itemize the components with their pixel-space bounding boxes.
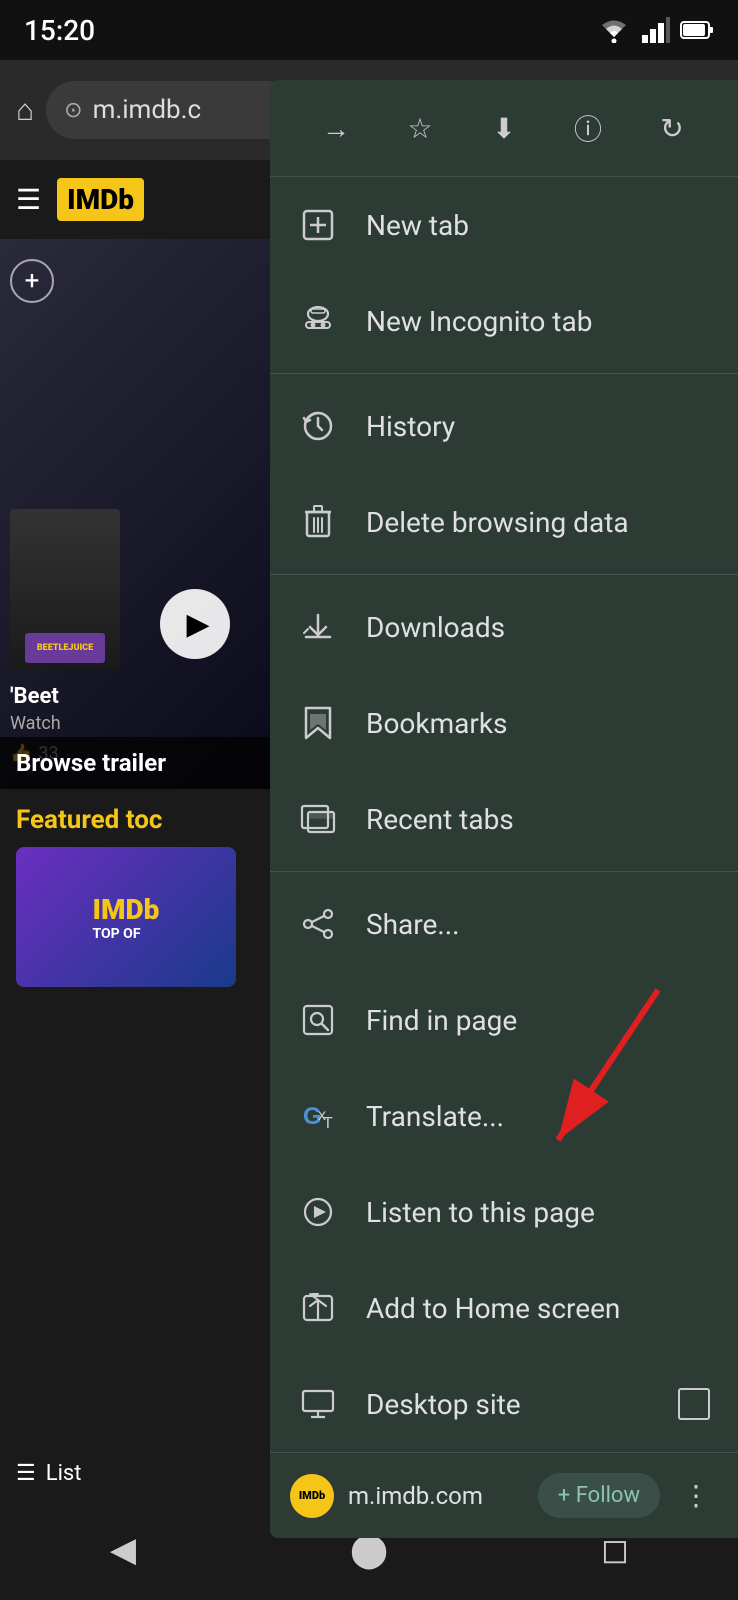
share-label: Share... (366, 908, 460, 941)
list-bar: ☰ List (0, 1447, 270, 1500)
play-button[interactable]: ▶ (160, 589, 230, 659)
new-tab-label: New tab (366, 209, 469, 242)
menu-item-new-tab[interactable]: New tab (270, 177, 738, 273)
incognito-icon (298, 301, 338, 341)
info-button[interactable]: ⓘ (560, 100, 616, 156)
divider-2 (270, 574, 738, 575)
share-icon (298, 904, 338, 944)
incognito-label: New Incognito tab (366, 305, 592, 338)
browse-trailers: Browse trailer (0, 737, 270, 789)
list-icon: ☰ (16, 1461, 36, 1486)
bookmarks-label: Bookmarks (366, 707, 508, 740)
follow-more-icon[interactable]: ⋮ (674, 1479, 718, 1512)
page-content: ☰ IMDb + BEETLEJUICE ▶ 'Beet Watch 👍 33 … (0, 160, 270, 1500)
translate-label: Translate... (366, 1100, 504, 1133)
wifi-icon (596, 17, 632, 43)
add-home-label: Add to Home screen (366, 1292, 620, 1325)
menu-item-desktop[interactable]: Desktop site (270, 1356, 738, 1452)
menu-item-add-home[interactable]: Add to Home screen (270, 1260, 738, 1356)
menu-item-bookmarks[interactable]: Bookmarks (270, 675, 738, 771)
menu-item-listen[interactable]: Listen to this page (270, 1164, 738, 1260)
menu-item-downloads[interactable]: Downloads (270, 579, 738, 675)
signal-icon (642, 17, 670, 43)
divider-1 (270, 373, 738, 374)
find-label: Find in page (366, 1004, 517, 1037)
imdb-header: ☰ IMDb (0, 160, 270, 239)
divider-3 (270, 871, 738, 872)
delete-label: Delete browsing data (366, 506, 629, 539)
menu-item-translate[interactable]: G x T Translate... (270, 1068, 738, 1164)
follow-bar: IMDb m.imdb.com + Follow ⋮ (270, 1452, 738, 1538)
menu-item-recent-tabs[interactable]: Recent tabs (270, 771, 738, 867)
status-icons (596, 17, 714, 43)
add-home-icon (298, 1288, 338, 1328)
recent-tabs-icon (298, 799, 338, 839)
follow-site-text: IMDb (299, 1489, 325, 1502)
refresh-icon: ↻ (660, 112, 683, 145)
bookmark-button[interactable]: ☆ (392, 100, 448, 156)
bookmarks-icon (298, 703, 338, 743)
list-label: List (46, 1461, 82, 1486)
url-text: m.imdb.c (93, 95, 202, 125)
home-icon[interactable]: ⌂ (16, 93, 34, 128)
imdb-top-logo: IMDb TOP OF (93, 893, 160, 942)
menu-item-find[interactable]: Find in page (270, 972, 738, 1068)
add-button[interactable]: + (10, 259, 54, 303)
downloads-label: Downloads (366, 611, 505, 644)
recent-tabs-label: Recent tabs (366, 803, 514, 836)
menu-item-incognito[interactable]: New Incognito tab (270, 273, 738, 369)
status-time: 15:20 (24, 14, 95, 47)
back-icon: ◀ (110, 1530, 136, 1570)
back-button[interactable]: ◀ (88, 1515, 158, 1585)
forward-icon: → (322, 112, 350, 145)
desktop-label: Desktop site (366, 1388, 521, 1421)
download-icon: ⬇ (492, 112, 515, 145)
new-tab-icon (298, 205, 338, 245)
desktop-checkbox[interactable] (678, 1388, 710, 1420)
desktop-icon (298, 1384, 338, 1424)
featured-title: Featured toc (16, 805, 254, 835)
url-icon: ⊙ (64, 98, 82, 123)
download-button[interactable]: ⬇ (476, 100, 532, 156)
forward-button[interactable]: → (308, 100, 364, 156)
follow-site-icon: IMDb (290, 1474, 334, 1518)
follow-domain: m.imdb.com (348, 1482, 524, 1510)
hamburger-icon[interactable]: ☰ (16, 183, 41, 216)
play-icon: ▶ (186, 607, 209, 642)
listen-icon (298, 1192, 338, 1232)
find-icon (298, 1000, 338, 1040)
movie-thumbnail: BEETLEJUICE (10, 509, 120, 669)
follow-label: + Follow (558, 1483, 640, 1508)
listen-label: Listen to this page (366, 1196, 595, 1229)
battery-icon (680, 19, 714, 41)
movie-title: 'Beet (10, 684, 59, 709)
svg-text:T: T (323, 1115, 333, 1132)
menu-item-history[interactable]: History (270, 378, 738, 474)
history-label: History (366, 410, 455, 443)
movie-section: + BEETLEJUICE ▶ 'Beet Watch 👍 33 Browse … (0, 239, 270, 789)
refresh-button[interactable]: ↻ (644, 100, 700, 156)
translate-icon: G x T (298, 1096, 338, 1136)
menu-item-delete[interactable]: Delete browsing data (270, 474, 738, 570)
movie-watch: Watch (10, 713, 61, 734)
history-icon (298, 406, 338, 446)
delete-icon (298, 502, 338, 542)
downloads-icon (298, 607, 338, 647)
menu-item-share[interactable]: Share... (270, 876, 738, 972)
menu-toolbar: → ☆ ⬇ ⓘ ↻ (270, 80, 738, 177)
imdb-logo: IMDb (57, 178, 144, 221)
bookmark-icon: ☆ (407, 112, 432, 145)
status-bar: 15:20 (0, 0, 738, 60)
follow-button[interactable]: + Follow (538, 1473, 660, 1518)
featured-card: IMDb TOP OF (16, 847, 236, 987)
info-icon: ⓘ (574, 108, 602, 148)
featured-section: Featured toc IMDb TOP OF (0, 789, 270, 1003)
dropdown-menu: → ☆ ⬇ ⓘ ↻ New tab (270, 80, 738, 1538)
